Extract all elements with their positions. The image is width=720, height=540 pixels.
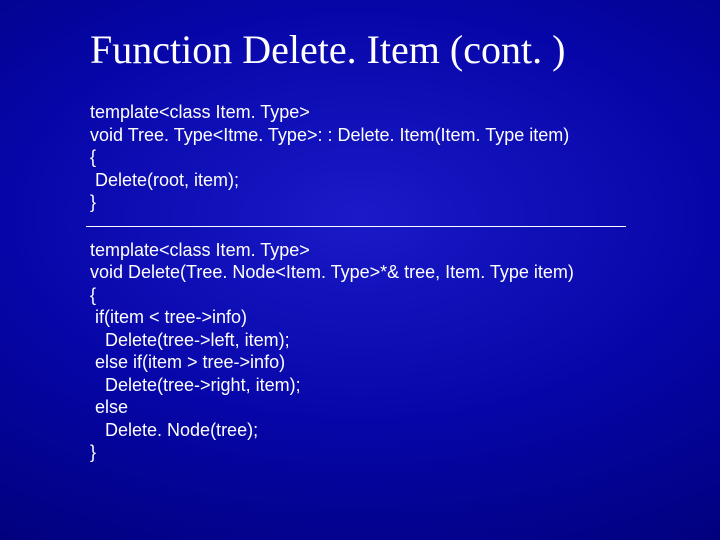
section-divider xyxy=(86,226,626,227)
code-block-bottom: template<class Item. Type> void Delete(T… xyxy=(90,239,650,464)
page-title: Function Delete. Item (cont. ) xyxy=(90,26,650,73)
code-block-top: template<class Item. Type> void Tree. Ty… xyxy=(90,101,650,214)
slide: Function Delete. Item (cont. ) template<… xyxy=(0,0,720,540)
